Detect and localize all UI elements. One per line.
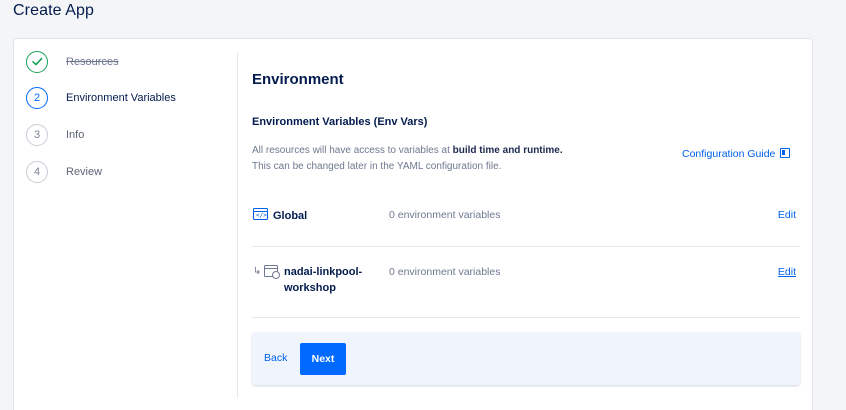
web-component-icon	[264, 265, 280, 279]
desc-text-line2: This can be changed later in the YAML co…	[252, 161, 502, 172]
next-button[interactable]: Next	[300, 343, 346, 375]
environment-panel: Environment Environment Variables (Env V…	[252, 39, 802, 409]
back-button[interactable]: Back	[264, 352, 287, 364]
env-row-component: ↳ nadai-linkpool- workshop 0 environment…	[252, 261, 800, 311]
desc-text: All resources will have access to variab…	[252, 145, 453, 156]
book-icon	[780, 148, 791, 158]
step-number: 4	[26, 161, 48, 183]
page-title: Create App	[13, 2, 95, 19]
section-title: Environment	[252, 71, 344, 88]
row-divider	[252, 317, 800, 318]
env-row-count: 0 environment variables	[389, 266, 501, 278]
env-row-global: </> Global 0 environment variables Edit	[252, 205, 800, 245]
wizard-footer: Back Next	[252, 332, 800, 385]
step-review[interactable]: 4 Review	[26, 161, 236, 185]
step-info[interactable]: 3 Info	[26, 124, 236, 148]
step-label: Info	[66, 129, 85, 141]
env-row-count: 0 environment variables	[389, 209, 501, 221]
edit-component-button[interactable]: Edit	[778, 266, 796, 278]
nested-arrow-icon: ↳	[253, 266, 262, 277]
env-vars-description: All resources will have access to variab…	[252, 143, 632, 175]
config-guide-label: Configuration Guide	[682, 148, 776, 160]
step-environment-variables[interactable]: 2 Environment Variables	[26, 87, 236, 111]
step-resources[interactable]: Resources	[26, 51, 236, 75]
configuration-guide-link[interactable]: Configuration Guide	[682, 148, 791, 160]
code-window-icon: </>	[253, 208, 268, 220]
step-number: 2	[26, 87, 48, 109]
env-row-name-line1: nadai-linkpool-	[284, 266, 363, 278]
step-label: Review	[66, 166, 103, 178]
env-row-name-line2: workshop	[284, 282, 336, 294]
step-number: 3	[26, 124, 48, 146]
env-vars-heading: Environment Variables (Env Vars)	[252, 116, 428, 128]
desc-bold-text: build time and runtime.	[452, 145, 563, 156]
vertical-divider	[237, 53, 238, 398]
step-label: Resources	[66, 56, 119, 68]
step-label: Environment Variables	[66, 92, 176, 104]
row-divider	[252, 246, 800, 247]
edit-global-button[interactable]: Edit	[778, 209, 796, 221]
check-icon	[26, 51, 48, 73]
wizard-card: Resources 2 Environment Variables 3 Info…	[13, 38, 813, 410]
env-row-name: Global	[273, 210, 308, 222]
env-row-name: nadai-linkpool- workshop	[284, 264, 362, 296]
